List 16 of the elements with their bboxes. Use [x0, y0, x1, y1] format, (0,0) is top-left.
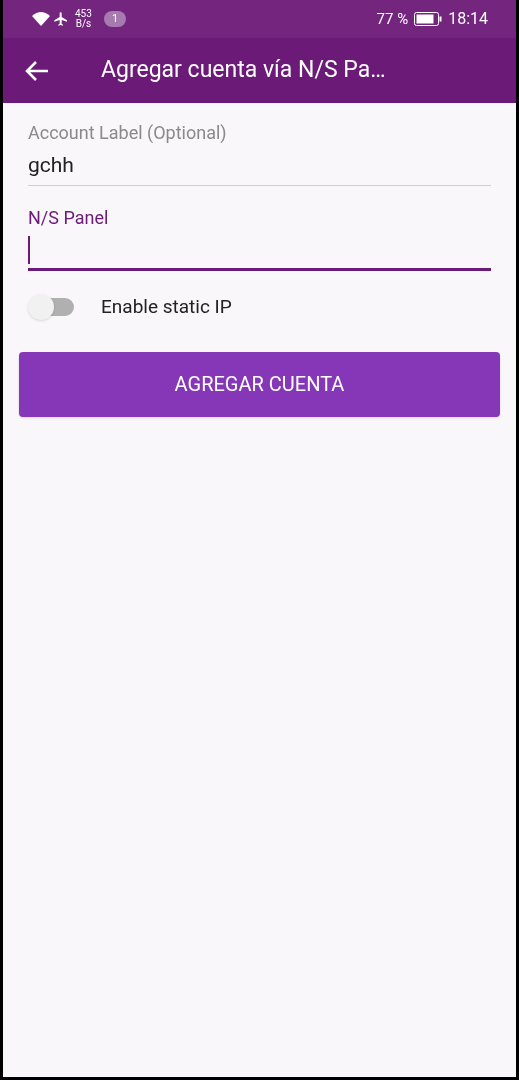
field-label: Account Label (Optional) — [28, 121, 228, 145]
wifi-icon — [31, 11, 51, 27]
network-speed: 453 — [75, 9, 92, 19]
battery-percent: 77 % — [376, 8, 409, 30]
add-account-button[interactable]: AGREGAR CUENTA — [19, 351, 500, 417]
page-title: Agregar cuenta vía N/S Pa… — [101, 55, 386, 86]
text-cursor — [28, 235, 30, 264]
battery-icon — [414, 12, 443, 26]
speed-unit: B/s — [75, 19, 92, 29]
static-ip-switch[interactable] — [28, 295, 74, 320]
notification-count: 1 — [103, 11, 127, 27]
clock: 18:14 — [448, 8, 488, 30]
airplane-icon — [53, 11, 69, 27]
switch-label: Enable static IP — [101, 294, 232, 320]
text-field[interactable]: gchh — [28, 146, 491, 186]
field-label: N/S Panel — [28, 206, 110, 230]
